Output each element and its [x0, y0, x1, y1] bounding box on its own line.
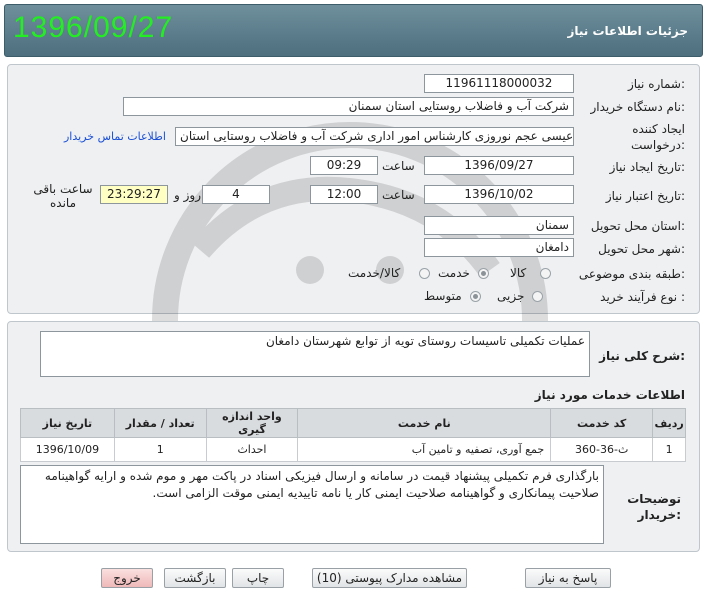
category-both-text: کالا/خدمت	[348, 266, 401, 280]
summary-field: عملیات تکمیلی تاسیسات روستای تویه از توا…	[40, 331, 590, 377]
page-header: 1396/09/27 جزئیات اطلاعات نیاز	[4, 4, 703, 57]
created-time-field: 09:29	[310, 156, 378, 175]
deadline-date-field: 1396/10/02	[424, 185, 574, 204]
notes-label-line2: خریدار:	[637, 508, 681, 522]
process-medium-text: متوسط	[424, 289, 462, 303]
delivery-province-label: استان محل تحویل:	[590, 219, 685, 233]
summary-label: شرح کلی نیاز:	[599, 349, 685, 363]
cell-unit: احداث	[205, 437, 299, 462]
category-service-radio[interactable]	[478, 268, 489, 279]
remaining-days-field: 4	[202, 185, 270, 204]
exit-button[interactable]: خروج	[101, 568, 153, 588]
category-goods-text: کالا	[510, 266, 527, 280]
remaining-time-label: ساعت باقی مانده	[33, 182, 93, 210]
remaining-days-label: روز و	[174, 188, 201, 202]
services-table: ردیف کد خدمت نام خدمت واحد اندازه گیری ت…	[20, 408, 686, 462]
deadline-time-label: ساعت	[382, 188, 415, 202]
reply-button[interactable]: پاسخ به نیاز	[525, 568, 611, 588]
remaining-time-field: 23:29:27	[100, 185, 168, 204]
category-goods-radio[interactable]	[540, 268, 551, 279]
category-label: طبقه بندی موضوعی:	[578, 267, 685, 281]
deadline-time-field: 12:00	[310, 185, 378, 204]
table-row: 1 ث-36-360 جمع آوری، تصفیه و تامین آب اح…	[20, 437, 686, 462]
cell-service-name: جمع آوری، تصفیه و تامین آب	[297, 437, 552, 462]
created-time-label: ساعت	[382, 159, 415, 173]
buyer-org-field: شرکت آب و فاضلاب روستایی استان سمنان	[123, 97, 574, 116]
deadline-date-label: تاریخ اعتبار نیاز:	[605, 189, 685, 203]
cell-row-number: 1	[652, 437, 686, 462]
delivery-city-field: دامغان	[424, 238, 574, 257]
services-header-row: ردیف کد خدمت نام خدمت واحد اندازه گیری ت…	[20, 408, 686, 438]
col-row-number: ردیف	[652, 408, 686, 438]
attachments-button[interactable]: مشاهده مدارک پیوستی (10)	[312, 568, 467, 588]
col-unit: واحد اندازه گیری	[205, 408, 299, 438]
back-button[interactable]: بازگشت	[164, 568, 226, 588]
page-title: جزئیات اطلاعات نیاز	[567, 24, 688, 38]
col-quantity: تعداد / مقدار	[113, 408, 207, 438]
creator-label-line1: ایجاد کننده	[632, 122, 685, 136]
header-date: 1396/09/27	[13, 11, 174, 44]
col-service-code: کد خدمت	[550, 408, 654, 438]
buyer-notes-field: بارگذاری فرم تکمیلی پیشنهاد قیمت در ساما…	[20, 465, 604, 544]
creator-field: عیسی عجم نوروزی کارشناس امور اداری شرکت …	[175, 127, 574, 146]
process-minor-radio[interactable]	[532, 291, 543, 302]
need-number-field: 1196111800003​2	[424, 74, 574, 93]
cell-quantity: 1	[113, 437, 207, 462]
col-need-date: تاریخ نیاز	[20, 408, 115, 438]
process-minor-text: جزیی	[497, 289, 525, 303]
created-date-field: 1396/09/27	[424, 156, 574, 175]
buyer-org-label: نام دستگاه خریدار:	[590, 100, 686, 114]
delivery-city-label: شهر محل تحویل:	[598, 242, 685, 256]
category-both-radio[interactable]	[419, 268, 430, 279]
col-service-name: نام خدمت	[297, 408, 552, 438]
created-date-label: تاریخ ایجاد نیاز:	[609, 160, 685, 174]
notes-label-line1: توضیحات	[627, 492, 681, 506]
cell-service-code: ث-36-360	[550, 437, 654, 462]
delivery-province-field: سمنان	[424, 216, 574, 235]
process-medium-radio[interactable]	[470, 291, 481, 302]
need-number-label: شماره نیاز:	[627, 77, 685, 91]
services-title: اطلاعات خدمات مورد نیاز	[534, 388, 685, 402]
print-button[interactable]: چاپ	[232, 568, 284, 588]
cell-need-date: 1396/10/09	[20, 437, 115, 462]
buyer-contact-link[interactable]: اطلاعات تماس خریدار	[64, 130, 166, 143]
process-type-label: نوع فرآیند خرید :	[600, 290, 685, 304]
creator-label-line2: درخواست:	[631, 138, 685, 152]
category-service-text: خدمت	[438, 266, 470, 280]
